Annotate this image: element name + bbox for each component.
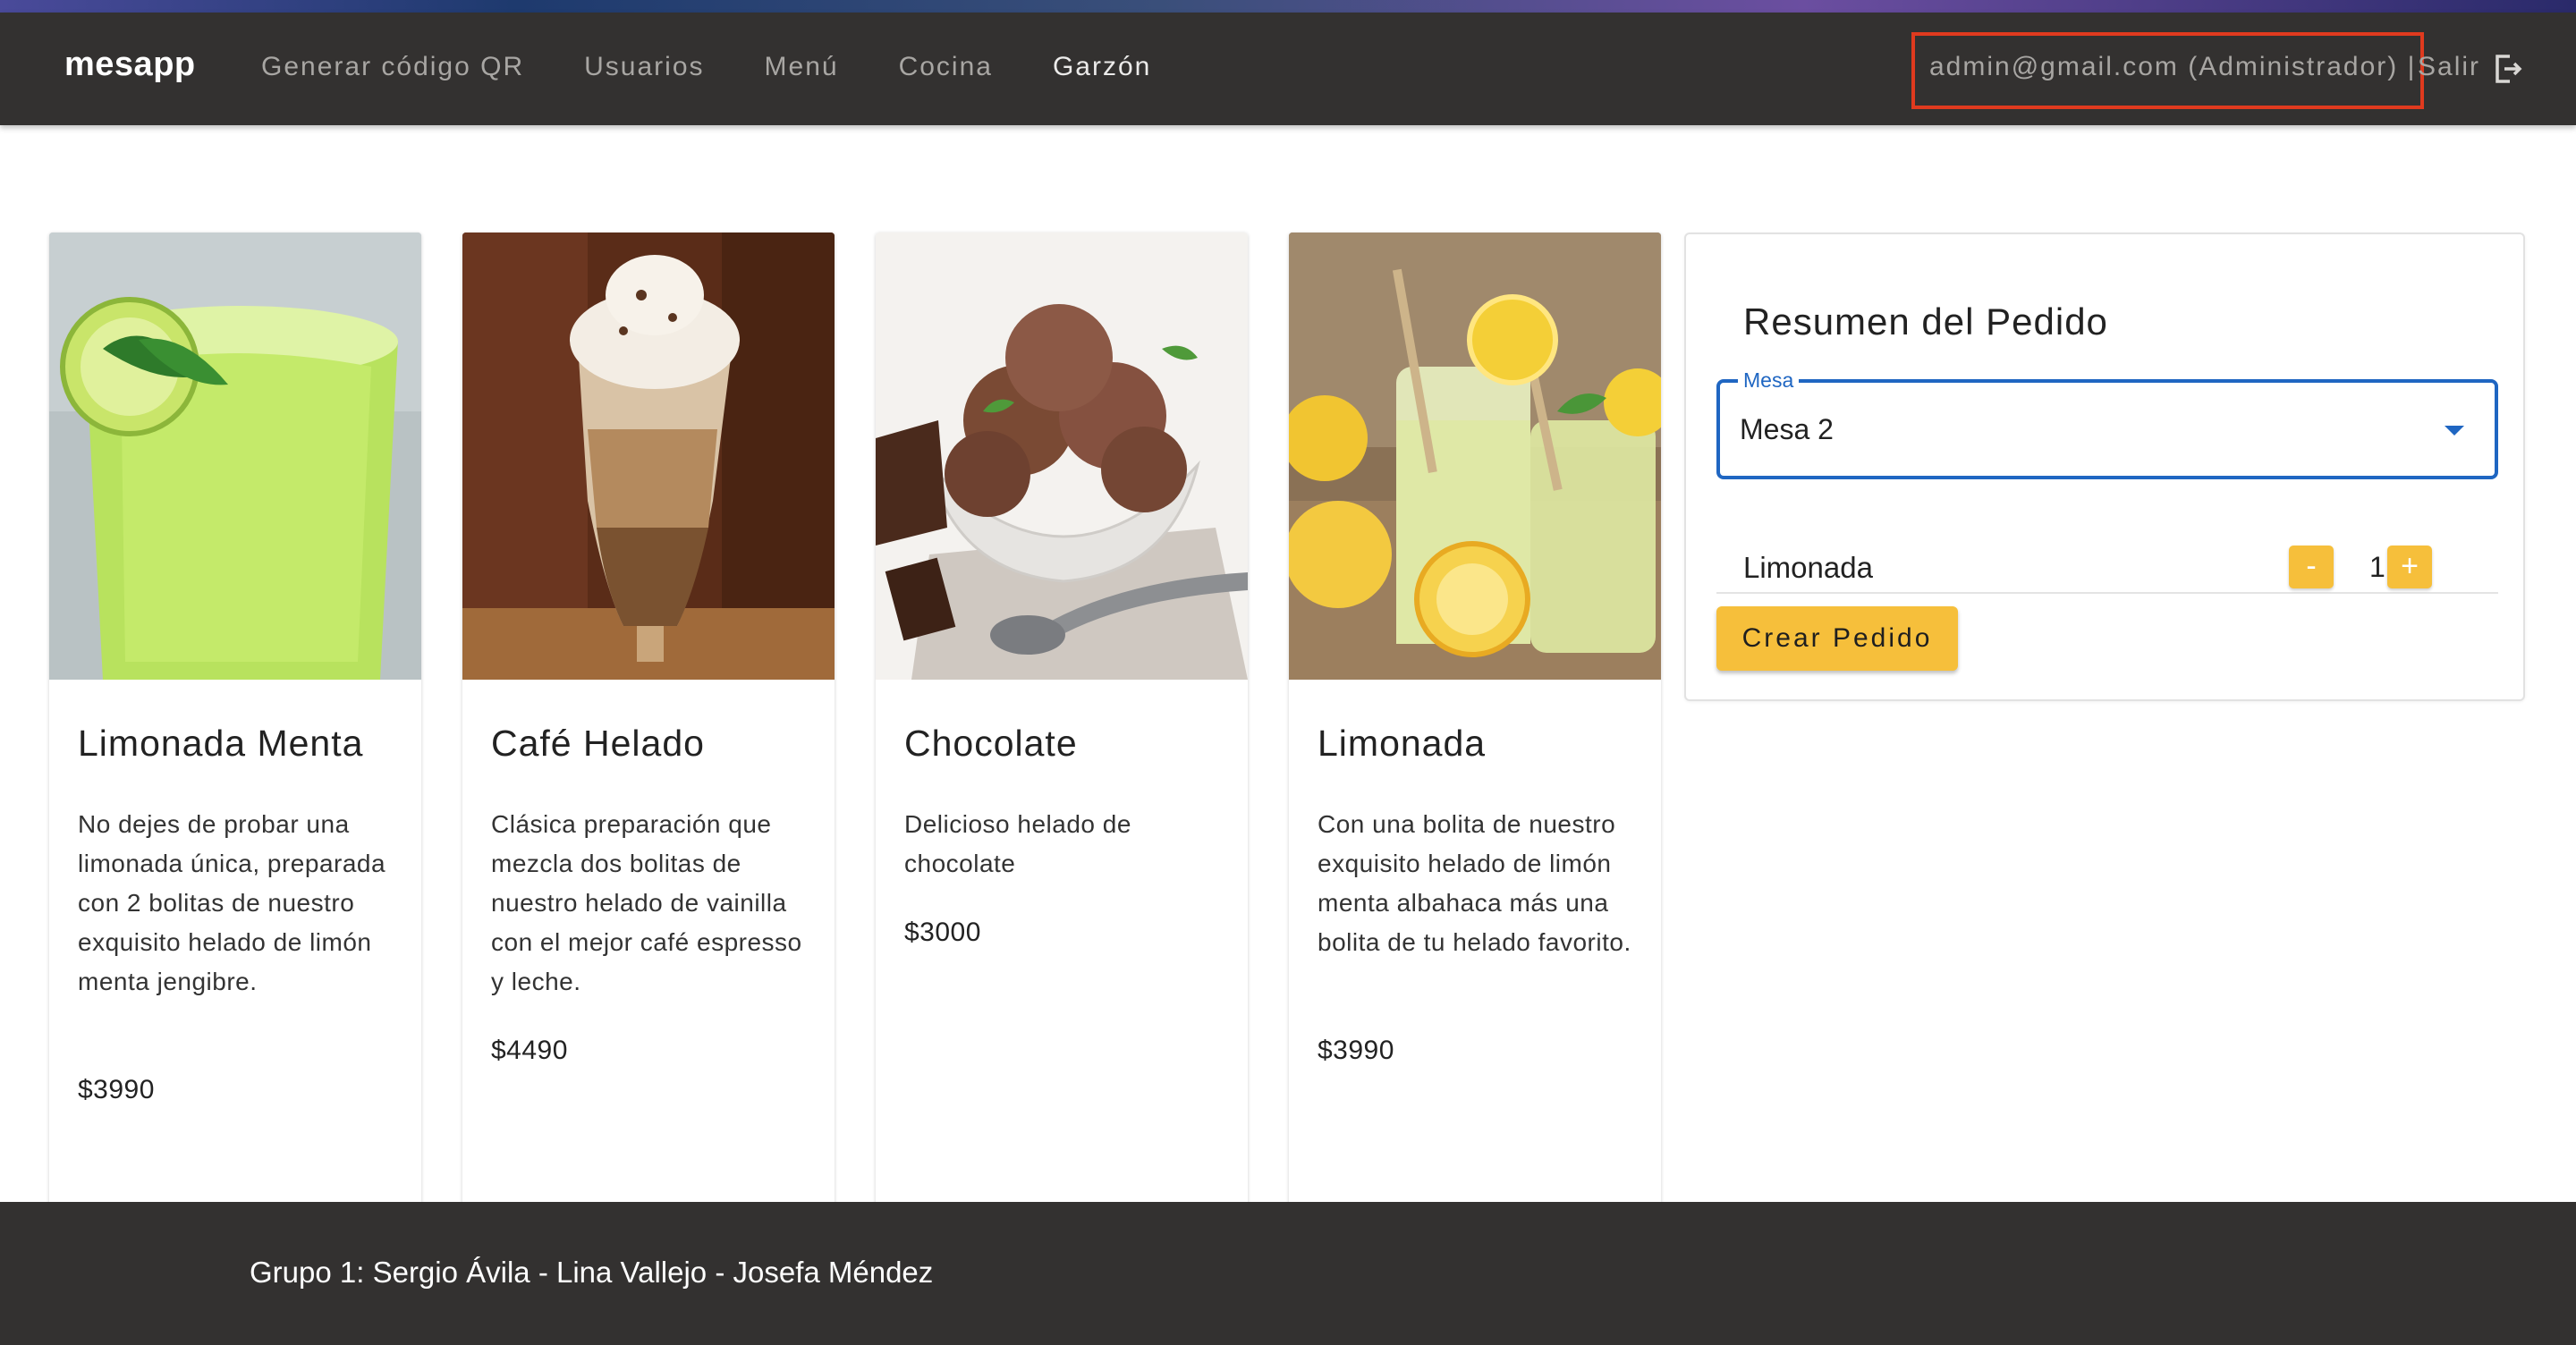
product-description: Clásica preparación que mezcla dos bolit… bbox=[491, 810, 802, 995]
brand-logo[interactable]: mesapp bbox=[64, 46, 196, 84]
nav-link-qr[interactable]: Generar código QR bbox=[261, 52, 524, 82]
product-card[interactable]: Chocolate Delicioso helado de chocolate … bbox=[876, 233, 1248, 1207]
product-price: $3990 bbox=[78, 1075, 155, 1104]
nav-link-menu[interactable]: Menú bbox=[765, 52, 839, 82]
product-image bbox=[49, 233, 421, 680]
product-description: Delicioso helado de chocolate bbox=[904, 810, 1131, 877]
product-title: Café Helado bbox=[491, 723, 705, 764]
logout-icon[interactable] bbox=[2494, 54, 2522, 84]
product-price: $3000 bbox=[904, 918, 981, 947]
product-price: $4490 bbox=[491, 1036, 568, 1065]
product-title: Limonada bbox=[1318, 723, 1487, 764]
order-item-row: Limonada - 1 + bbox=[1716, 538, 2498, 594]
chevron-down-icon[interactable] bbox=[2445, 426, 2464, 436]
table-select-label: Mesa bbox=[1738, 368, 1800, 393]
decrease-quantity-button[interactable]: - bbox=[2289, 546, 2334, 588]
create-order-button[interactable]: Crear Pedido bbox=[1716, 606, 1958, 671]
product-card[interactable]: Café Helado Clásica preparación que mezc… bbox=[462, 233, 835, 1207]
table-select[interactable]: Mesa Mesa 2 bbox=[1716, 368, 2498, 479]
product-title: Chocolate bbox=[904, 723, 1078, 764]
order-item-name: Limonada bbox=[1743, 551, 1873, 584]
order-summary-panel: Resumen del Pedido Mesa Mesa 2 Limonada … bbox=[1684, 233, 2525, 701]
window-top-strip bbox=[0, 0, 2576, 13]
footer-credits: Grupo 1: Sergio Ávila - Lina Vallejo - J… bbox=[250, 1256, 934, 1289]
nav-link-users[interactable]: Usuarios bbox=[584, 52, 704, 82]
nav-link-waiter[interactable]: Garzón bbox=[1053, 52, 1151, 82]
user-info: admin@gmail.com (Administrador) | bbox=[1929, 52, 2417, 81]
product-card[interactable]: Limonada Menta No dejes de probar una li… bbox=[49, 233, 421, 1207]
product-description: Con una bolita de nuestro exquisito hela… bbox=[1318, 810, 1631, 956]
product-image bbox=[1289, 233, 1661, 680]
nav-link-kitchen[interactable]: Cocina bbox=[899, 52, 993, 82]
product-image bbox=[462, 233, 835, 680]
logout-link[interactable]: Salir bbox=[2418, 52, 2480, 82]
top-navbar: mesapp Generar código QR Usuarios Menú C… bbox=[0, 13, 2576, 125]
table-select-value: Mesa 2 bbox=[1740, 413, 1834, 445]
product-image bbox=[876, 233, 1248, 680]
page-footer: Grupo 1: Sergio Ávila - Lina Vallejo - J… bbox=[0, 1202, 2576, 1345]
nav-links: Generar código QR Usuarios Menú Cocina G… bbox=[261, 52, 1211, 82]
order-summary-title: Resumen del Pedido bbox=[1743, 300, 2108, 343]
product-title: Limonada Menta bbox=[78, 723, 364, 764]
product-card[interactable]: Limonada Con una bolita de nuestro exqui… bbox=[1289, 233, 1661, 1207]
product-price: $3990 bbox=[1318, 1036, 1394, 1065]
increase-quantity-button[interactable]: + bbox=[2387, 546, 2432, 588]
product-description: No dejes de probar una limonada única, p… bbox=[78, 810, 386, 995]
order-item-quantity: 1 bbox=[2369, 551, 2385, 583]
